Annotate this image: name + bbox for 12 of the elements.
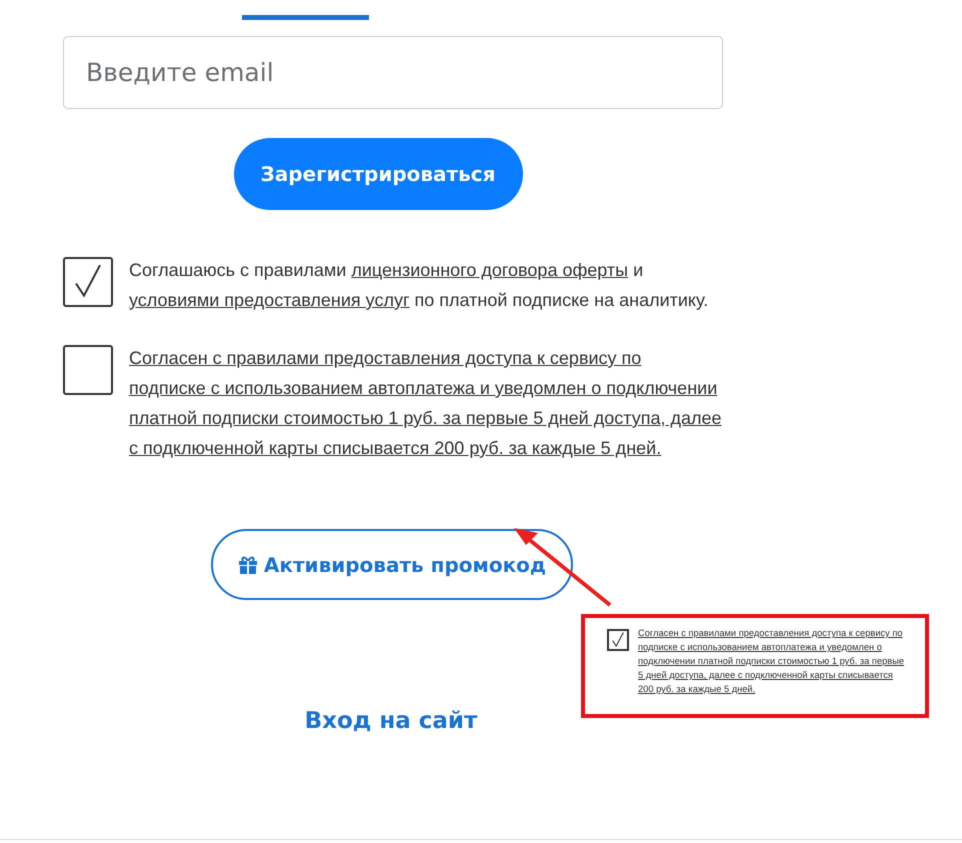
consent-text: Соглашаюсь с правилами лицензионного договора оферты и условиями предоставления услуг по платной подписке на аналитику. — [129, 259, 710, 312]
gift-icon — [238, 556, 258, 574]
checkbox[interactable] — [63, 345, 113, 395]
email-field[interactable]: Введите email — [63, 36, 723, 109]
terms-link[interactable]: лицензионного договора оферты — [351, 260, 628, 280]
promo-button[interactable]: Активировать промокод — [211, 529, 573, 600]
consent-text: Согласен с правилами предоставления доступа к сервису по подписке с использованием автоплатежа и уведомлен о подключении платной подписки стоимостью 1 руб. за первые 5 дней доступа, далее с подключенной карты списывается 200 руб. за каждые 5 дней. — [129, 347, 722, 460]
login-link[interactable]: Вход на сайт — [304, 708, 478, 734]
consent-text: Согласен с правилами предоставления доступа к сервису по подписке с использованием автоплатежа и уведомлен о подключении платной подписки стоимостью 1 руб. за первые 5 дней доступа, далее с подключенной карты списывается 200 руб. за каждые 5 дней. — [638, 627, 906, 696]
checkbox[interactable] — [63, 257, 113, 307]
terms-link[interactable]: условиями предоставления услуг — [129, 290, 410, 310]
register-button[interactable]: Зарегистрироваться — [234, 138, 522, 210]
